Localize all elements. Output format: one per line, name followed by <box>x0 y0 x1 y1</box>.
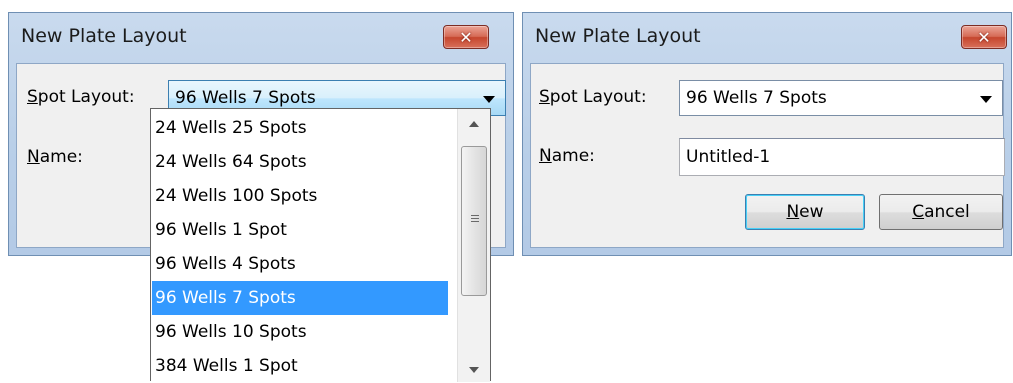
thumb-grip-line <box>471 221 479 222</box>
chevron-down-icon <box>980 96 992 103</box>
dropdown-option[interactable]: 96 Wells 1 Spot <box>152 213 448 247</box>
dropdown-scrollbar[interactable] <box>457 109 490 382</box>
dropdown-option[interactable]: 96 Wells 10 Spots <box>152 315 448 349</box>
dialog-title: New Plate Layout <box>21 25 187 47</box>
dropdown-option[interactable]: 96 Wells 4 Spots <box>152 247 448 281</box>
spot-layout-label: Spot Layout: <box>27 87 135 107</box>
thumb-grip-line <box>471 215 479 216</box>
close-button[interactable]: ✕ <box>443 25 489 49</box>
cancel-button[interactable]: Cancel <box>879 194 1003 230</box>
title-bar[interactable]: New Plate Layout ✕ <box>9 13 513 63</box>
close-icon: ✕ <box>459 27 473 47</box>
title-bar[interactable]: New Plate Layout ✕ <box>523 13 1011 63</box>
dropdown-option-selected[interactable]: 96 Wells 7 Spots <box>152 281 448 315</box>
spot-layout-combobox[interactable]: 96 Wells 7 Spots <box>679 80 1003 116</box>
spot-layout-value: 96 Wells 7 Spots <box>686 88 827 108</box>
close-icon: ✕ <box>977 27 991 47</box>
scrollbar-thumb[interactable] <box>461 146 487 296</box>
new-plate-layout-dialog-right: New Plate Layout ✕ Spot Layout: 96 Wells… <box>522 12 1012 256</box>
dialog-title: New Plate Layout <box>535 25 701 47</box>
name-label: Name: <box>27 147 83 167</box>
scroll-up-arrow-icon[interactable] <box>469 121 479 127</box>
name-label: Name: <box>539 146 595 166</box>
dropdown-option[interactable]: 384 Wells 1 Spot <box>152 349 448 383</box>
thumb-grip-line <box>471 218 479 219</box>
dialog-body: Spot Layout: 96 Wells 7 Spots Name: New … <box>530 63 1005 248</box>
dropdown-option[interactable]: 24 Wells 25 Spots <box>152 111 448 145</box>
close-button[interactable]: ✕ <box>961 25 1007 49</box>
scroll-down-arrow-icon[interactable] <box>469 367 479 373</box>
dropdown-option[interactable]: 24 Wells 100 Spots <box>152 179 448 213</box>
spot-layout-label: Spot Layout: <box>539 87 647 107</box>
name-input[interactable] <box>686 147 986 167</box>
chevron-down-icon <box>483 96 495 103</box>
dropdown-option[interactable]: 24 Wells 64 Spots <box>152 145 448 179</box>
name-field[interactable] <box>679 138 1005 176</box>
spot-layout-value: 96 Wells 7 Spots <box>175 88 316 108</box>
spot-layout-dropdown-list[interactable]: 24 Wells 25 Spots 24 Wells 64 Spots 24 W… <box>150 108 491 383</box>
new-button[interactable]: New <box>745 194 865 230</box>
